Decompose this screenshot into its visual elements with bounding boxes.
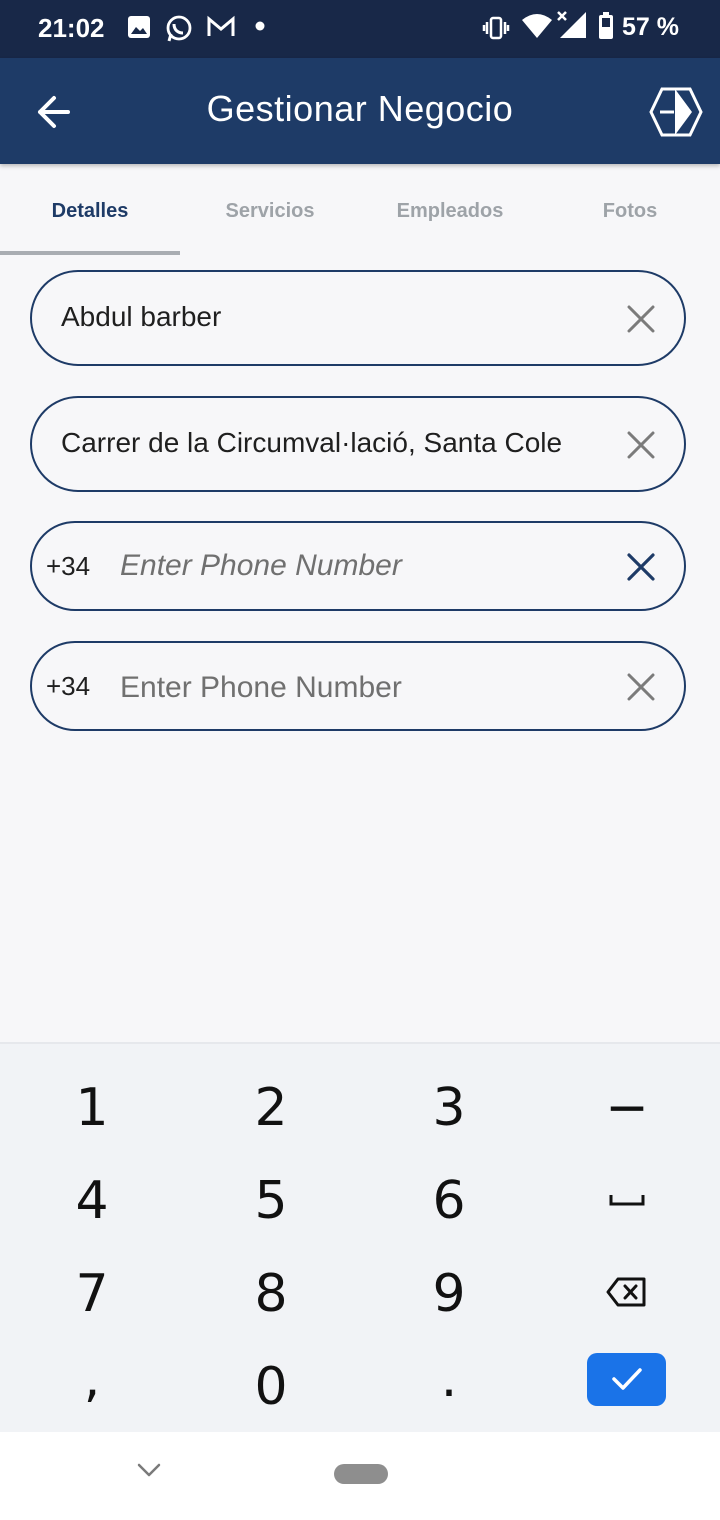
- country-code-prefix[interactable]: +34: [46, 551, 90, 582]
- key-1[interactable]: 1: [32, 1078, 152, 1138]
- status-bar: 21:02 57 %: [0, 0, 720, 58]
- clear-icon[interactable]: [626, 304, 656, 334]
- battery-percentage: 57 %: [622, 13, 679, 41]
- key-8[interactable]: 8: [211, 1264, 331, 1324]
- chevron-down-icon[interactable]: [136, 1462, 162, 1478]
- done-key[interactable]: [587, 1353, 666, 1406]
- country-code-prefix[interactable]: +34: [46, 671, 90, 702]
- whatsapp-icon: [166, 15, 192, 42]
- address-field[interactable]: Carrer de la Circumval·lació, Santa Cole: [30, 396, 686, 492]
- business-name-field[interactable]: Abdul barber: [30, 270, 686, 366]
- phone-field-secondary[interactable]: +34 Enter Phone Number: [30, 641, 686, 731]
- key-minus[interactable]: −: [567, 1078, 687, 1138]
- key-period[interactable]: .: [389, 1349, 509, 1409]
- vibrate-icon: [482, 16, 510, 40]
- clear-icon[interactable]: [626, 672, 656, 702]
- clear-icon[interactable]: [626, 552, 656, 582]
- key-2[interactable]: 2: [211, 1078, 331, 1138]
- page-title: Gestionar Negocio: [206, 88, 514, 129]
- status-time: 21:02: [38, 13, 105, 43]
- wifi-icon: [522, 14, 552, 38]
- tab-fotos[interactable]: Fotos: [540, 200, 720, 223]
- image-icon: [128, 16, 150, 38]
- dot-icon: [255, 21, 265, 31]
- key-0[interactable]: 0: [211, 1357, 331, 1417]
- key-comma[interactable]: ,: [32, 1349, 152, 1409]
- phone-input-placeholder[interactable]: Enter Phone Number: [120, 671, 402, 705]
- space-key-icon[interactable]: [608, 1192, 646, 1208]
- battery-icon: [599, 12, 613, 39]
- key-7[interactable]: 7: [32, 1264, 152, 1324]
- key-9[interactable]: 9: [389, 1264, 509, 1324]
- home-pill[interactable]: [334, 1464, 388, 1484]
- backspace-icon[interactable]: [606, 1276, 648, 1308]
- app-bar: Gestionar Negocio: [0, 58, 720, 164]
- numeric-keyboard: 1 2 3 − 4 5 6 7 8 9 , 0 .: [0, 1042, 720, 1434]
- phone-input-placeholder[interactable]: Enter Phone Number: [120, 549, 402, 583]
- tab-empleados[interactable]: Empleados: [360, 200, 540, 223]
- signal-icon: [557, 11, 586, 38]
- tab-servicios[interactable]: Servicios: [180, 200, 360, 223]
- clear-icon[interactable]: [626, 430, 656, 460]
- phone-field-primary[interactable]: +34 Enter Phone Number: [30, 521, 686, 611]
- check-icon: [612, 1368, 642, 1390]
- tab-bar: Detalles Servicios Empleados Fotos: [0, 190, 720, 256]
- key-5[interactable]: 5: [211, 1171, 331, 1231]
- key-3[interactable]: 3: [389, 1078, 509, 1138]
- address-value: Carrer de la Circumval·lació, Santa Cole: [61, 427, 563, 458]
- key-6[interactable]: 6: [389, 1171, 509, 1231]
- tab-detalles[interactable]: Detalles: [0, 200, 180, 223]
- navigation-bar: [0, 1432, 720, 1520]
- business-name-value: Abdul barber: [61, 301, 222, 332]
- hexagon-logo-icon: [649, 87, 703, 137]
- key-4[interactable]: 4: [32, 1171, 152, 1231]
- tab-indicator: [0, 251, 180, 255]
- gmail-icon: [207, 15, 235, 36]
